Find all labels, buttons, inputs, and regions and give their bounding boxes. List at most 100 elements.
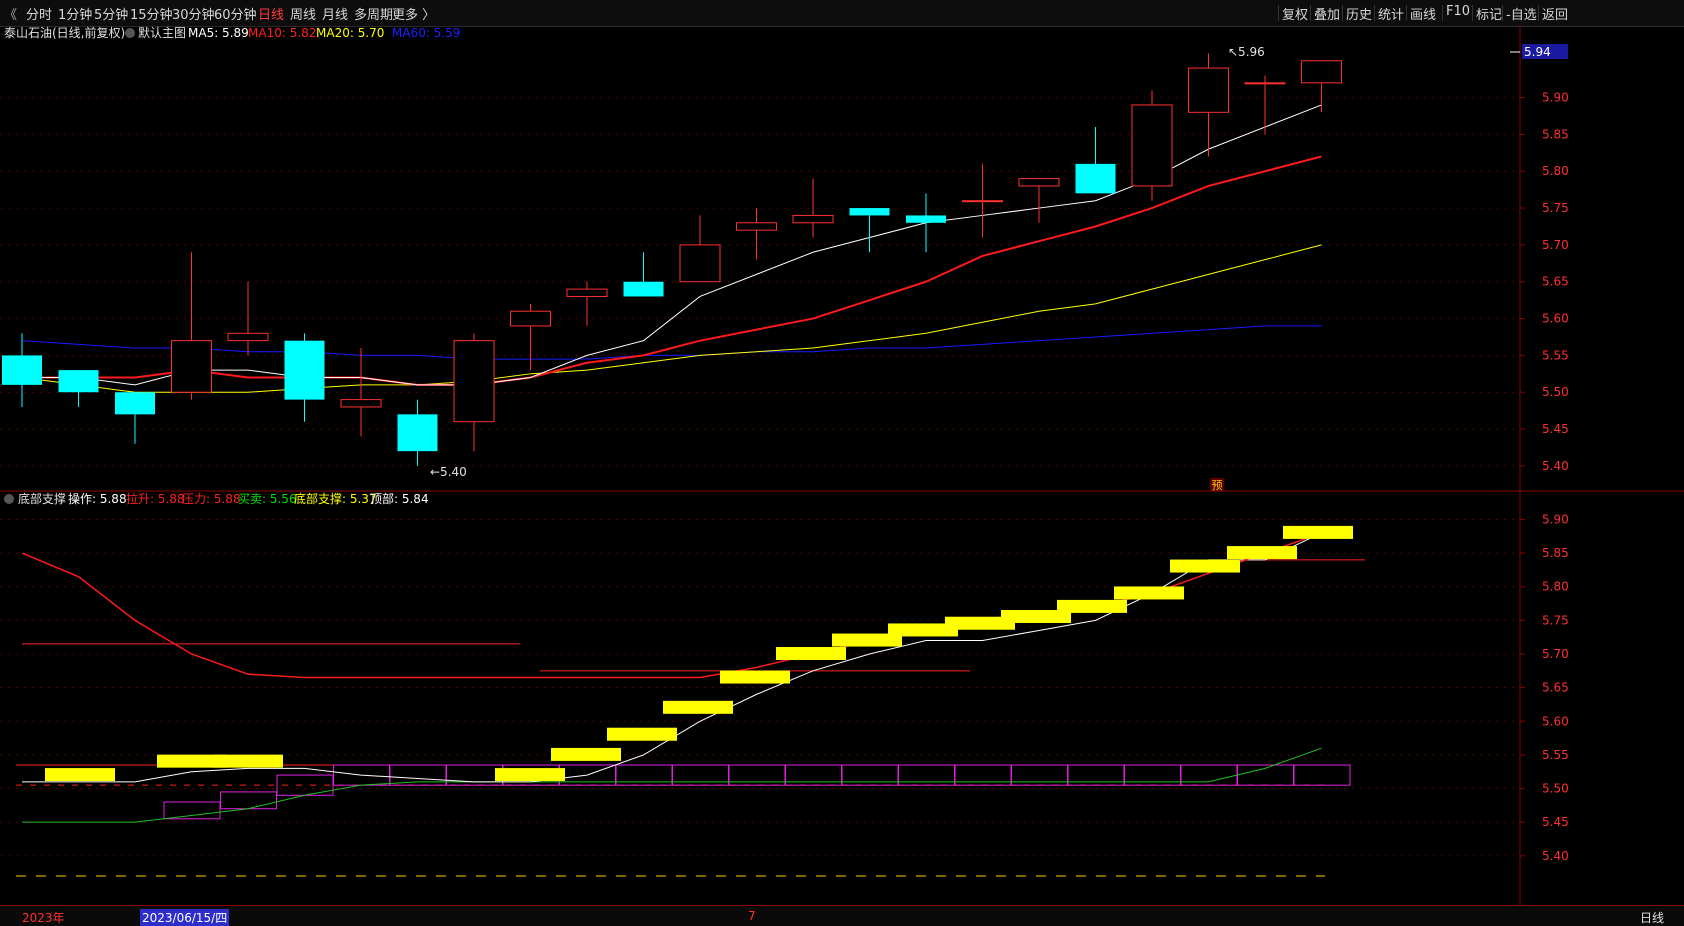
main-y-tick-label: 5.65 [1542,275,1569,289]
period-tab-1[interactable]: 1分钟 [58,4,92,23]
indicator-label-3: 买卖: 5.56 [238,492,297,506]
candle-body-up [736,222,777,231]
candle-body-down [1075,163,1116,194]
candle-body-down [397,414,438,452]
period-tab-6[interactable]: 日线 [258,4,284,23]
yellow-signal-bar [1170,559,1240,573]
magenta-box [163,801,221,820]
toolbar-divider [1278,5,1279,21]
candle-body-down [58,370,99,393]
candle-body-down [284,340,325,400]
main-y-tick-label: 5.90 [1542,91,1569,105]
period-tab-2[interactable]: 5分钟 [94,4,128,23]
toolbar-button-5[interactable]: F10 [1446,4,1470,19]
toolbar-divider [1310,5,1311,21]
ma-label-1: MA10: 5.82 [248,26,316,40]
period-tab-8[interactable]: 月线 [322,4,348,23]
candle-body-up [453,340,495,423]
indicator-label-0: 操作: 5.88 [68,491,127,506]
sub-y-tick-label: 5.45 [1542,815,1569,829]
template-label: 默认主图 [138,26,186,40]
low-annotation: ←5.40 [430,465,467,479]
period-tab-3[interactable]: 15分钟 [130,4,173,23]
toolbar-button-3[interactable]: 统计 [1378,4,1404,23]
candle-body-down [623,281,664,297]
toolbar-divider [1502,5,1503,21]
yellow-signal-bar [1114,586,1184,600]
candle-body-up [171,340,212,393]
toolbar-divider [1406,5,1407,21]
candle-body-down [849,208,890,216]
sub-y-tick-label: 5.90 [1542,512,1569,526]
candle-body-up [1244,82,1286,85]
kline-chart[interactable]: 5.90 5.85 5.80 5.75 5.70 5.65 5.60 5.55 5.50 5.45… [0,26,1684,906]
yellow-signal-bar [720,670,790,684]
sub-y-tick-label: 5.85 [1542,546,1569,560]
year-label: 2023年 [22,911,65,925]
main-y-tick-label: 5.55 [1542,348,1569,362]
toolbar-divider [1442,5,1443,21]
sub-white-line [22,532,1322,783]
main-y-tick-label: 5.70 [1542,238,1569,252]
ma-label-2: MA20: 5.70 [316,26,384,40]
ma-label-0: MA5: 5.89 [188,26,249,40]
toolbar-button-8[interactable]: 返回 [1542,4,1568,23]
yellow-signal-bar [1057,599,1127,613]
candle-body-up [1018,178,1060,187]
collapse-icon[interactable]: 《 [4,4,17,23]
main-y-tick-label: 5.75 [1542,201,1569,215]
toolbar-button-7[interactable]: -自选 [1506,4,1537,23]
magenta-box [220,791,277,810]
indicator-label-2: 压力: 5.88 [182,492,241,506]
period-label[interactable]: 日线 [1640,909,1664,926]
candle-body-up [566,288,608,297]
ma-line-ma10 [22,155,1322,386]
candle-body-down [115,392,155,415]
candle-body-up [510,310,551,327]
indicator-label-5: 顶部: 5.84 [370,491,429,506]
candle-body-up [1188,67,1229,113]
toolbar-button-6[interactable]: 标记 [1476,4,1502,23]
main-y-tick-label: 5.45 [1542,422,1569,436]
yellow-signal-bar [663,700,733,714]
period-tab-0[interactable]: 分时 [26,4,52,23]
candle-body-up [1301,60,1342,84]
sub-expand-icon [4,494,14,504]
cursor-date-label: 2023/06/15/四 [140,909,230,926]
yellow-signal-bar [607,727,677,741]
toolbar-button-0[interactable]: 复权 [1282,4,1308,23]
candle-body-down [2,355,42,385]
yellow-signal-bar [551,747,621,761]
candle-body-up [227,332,269,342]
current-price-tag: 5.94 [1524,45,1551,59]
toolbar-divider [1374,5,1375,21]
ma-line-ma60 [21,325,1322,360]
sub-y-tick-label: 5.50 [1542,782,1569,796]
toolbar-button-2[interactable]: 历史 [1346,4,1372,23]
yellow-signal-bar [495,768,565,782]
sub-y-tick-label: 5.40 [1542,849,1569,863]
candle-body-up [679,244,721,283]
toolbar-button-1[interactable]: 叠加 [1314,4,1340,23]
sub-y-tick-label: 5.55 [1542,748,1569,762]
period-tab-4[interactable]: 30分钟 [172,4,215,23]
period-tab-7[interactable]: 周线 [290,4,316,23]
period-tab-5[interactable]: 60分钟 [214,4,257,23]
toolbar: 《分时 1分钟 5分钟 15分钟 30分钟 60分钟 日线 周线 月线 多周期 更多 〉 复权 叠加历… [0,0,1684,27]
toolbar-divider [1472,5,1473,21]
yellow-signal-bar [776,647,846,660]
period-tab-10[interactable]: 更多 〉 [392,4,435,23]
indicator-label-1: 拉升: 5.88 [126,491,185,506]
candle-body-down [906,215,946,223]
forecast-mark: 预 [1212,479,1223,492]
main-y-tick-label: 5.80 [1542,164,1569,178]
sub-y-tick-label: 5.75 [1542,613,1569,627]
high-annotation: ↖5.96 [1228,45,1265,59]
period-tab-9[interactable]: 多周期 [354,4,393,23]
main-y-tick-label: 5.85 [1542,127,1569,141]
sub-y-tick-label: 5.70 [1542,647,1569,661]
yellow-signal-bar [45,768,115,782]
candle-body-up [792,214,834,224]
toolbar-button-4[interactable]: 画线 [1410,4,1436,23]
expand-icon [125,28,135,38]
